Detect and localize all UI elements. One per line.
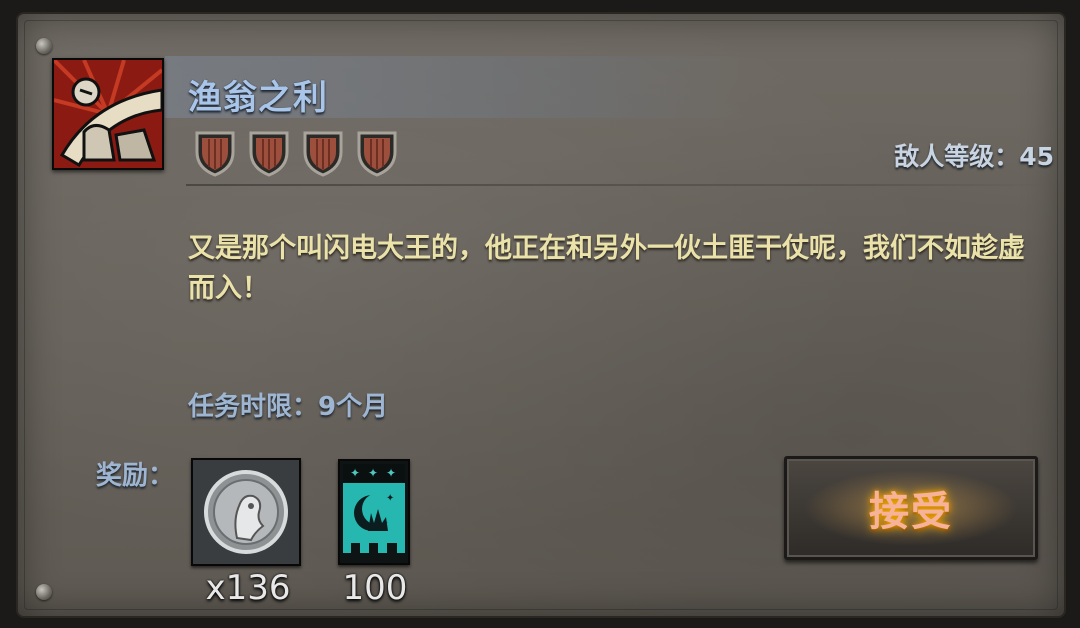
accept-button-label: 接受 xyxy=(869,489,953,535)
divider xyxy=(186,184,1046,186)
quest-icon xyxy=(52,58,164,170)
shield-icon xyxy=(303,131,343,177)
quest-description: 又是那个叫闪电大王的，他正在和另外一伙土匪干仗呢，我们不如趁虚而入！ xyxy=(188,233,1025,304)
crescent-banner-icon: ✦ ✦ ✦ ✦ xyxy=(340,461,408,563)
enemy-level: 敌人等级：45 xyxy=(894,142,1054,171)
svg-text:✦: ✦ xyxy=(350,466,360,480)
panel-bolt xyxy=(36,584,52,600)
svg-text:✦: ✦ xyxy=(386,493,394,504)
reward-item-banner[interactable]: ✦ ✦ ✦ ✦ xyxy=(338,459,410,565)
reward-count: x136 xyxy=(205,568,291,608)
quest-title: 渔翁之利 xyxy=(188,78,328,118)
accept-button[interactable]: 接受 xyxy=(784,456,1038,560)
shield-icon xyxy=(357,131,397,177)
reward-item-coin[interactable] xyxy=(191,458,301,566)
shield-icon xyxy=(195,131,235,177)
shield-icon xyxy=(249,131,289,177)
difficulty-rating xyxy=(194,130,398,178)
rewards-label: 奖励： xyxy=(96,461,175,491)
silver-coin-icon xyxy=(193,460,299,564)
reward-count: 100 xyxy=(342,568,408,608)
panel-bolt xyxy=(36,38,52,54)
time-limit: 任务时限：9个月 xyxy=(188,392,389,422)
svg-text:✦: ✦ xyxy=(368,466,378,480)
warrior-portrait-icon xyxy=(52,58,164,168)
svg-text:✦: ✦ xyxy=(386,466,396,480)
